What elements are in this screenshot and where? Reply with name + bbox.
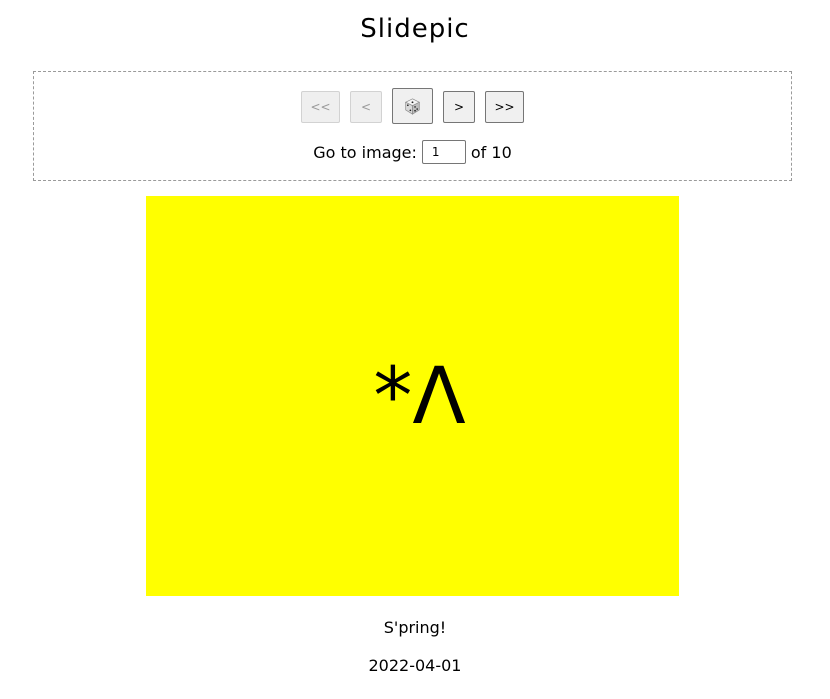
first-image-button[interactable]: <<: [301, 91, 340, 123]
slideshow-controls: << < > >> Go to image: of 10: [33, 71, 792, 181]
image-number-input[interactable]: [421, 140, 466, 164]
goto-image-row: Go to image: of 10: [34, 139, 791, 165]
image-total-text: of 10: [470, 142, 512, 162]
last-image-button[interactable]: >>: [485, 91, 524, 123]
slide-image: *Λ: [146, 196, 679, 596]
random-image-button[interactable]: [392, 88, 433, 124]
slide-caption: S'pring!: [383, 618, 447, 637]
previous-image-button[interactable]: <: [350, 91, 382, 123]
goto-image-label: Go to image:: [313, 142, 417, 162]
slide-date: 2022-04-01: [368, 656, 462, 675]
next-image-button[interactable]: >: [443, 91, 475, 123]
dice-icon: [404, 97, 421, 115]
slide-image-art: *Λ: [373, 352, 466, 442]
site-title: Slidepic: [360, 14, 470, 44]
